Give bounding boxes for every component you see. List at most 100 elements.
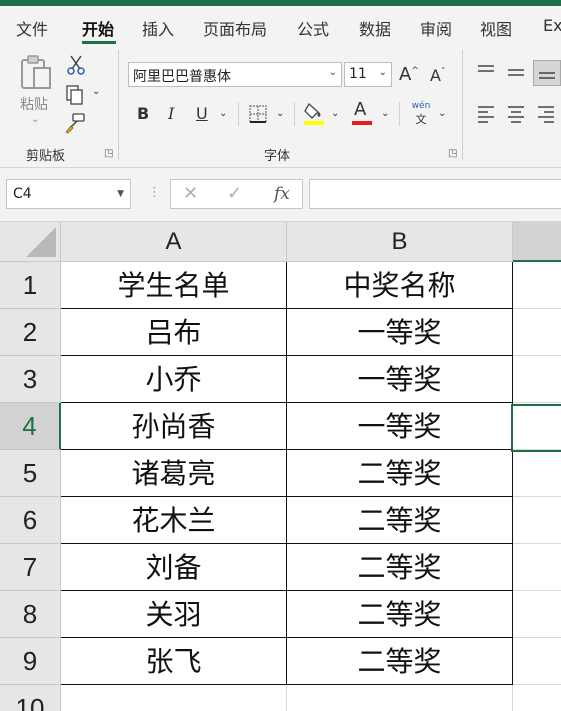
font-color-dropdown-icon[interactable]: ⌄ xyxy=(381,108,389,119)
font-launcher-icon[interactable]: ◳ xyxy=(448,148,457,159)
separator xyxy=(238,102,239,126)
increase-font-size-icon[interactable]: A^ xyxy=(399,64,419,85)
cell-c6[interactable] xyxy=(513,497,561,544)
tab-view[interactable]: 视图 xyxy=(480,16,512,40)
cell-b2[interactable]: 一等奖 xyxy=(287,309,513,356)
phonetic-dropdown-icon[interactable]: ⌄ xyxy=(438,108,446,119)
align-left-icon[interactable] xyxy=(476,104,496,128)
align-center-icon[interactable] xyxy=(506,104,526,128)
font-group-label: 字体 xyxy=(264,149,291,164)
cell-c8[interactable] xyxy=(513,591,561,638)
tab-home[interactable]: 开始 xyxy=(82,16,114,40)
fill-color-dropdown-icon[interactable]: ⌄ xyxy=(331,108,339,119)
row-header-3[interactable]: 3 xyxy=(0,356,61,403)
paste-button[interactable] xyxy=(18,54,54,96)
fill-color-icon[interactable] xyxy=(303,100,325,130)
borders-dropdown-icon[interactable]: ⌄ xyxy=(276,108,284,119)
cell-c2[interactable] xyxy=(513,309,561,356)
align-bottom-icon[interactable] xyxy=(533,60,561,86)
cell-b9[interactable]: 二等奖 xyxy=(287,638,513,685)
name-box-value: C4 xyxy=(13,186,32,202)
cell-b10[interactable] xyxy=(287,685,513,711)
borders-icon[interactable] xyxy=(248,104,268,128)
align-middle-icon[interactable] xyxy=(506,64,526,84)
font-size-value: 11 xyxy=(349,66,367,82)
chevron-down-icon: ⌄ xyxy=(328,67,337,78)
formula-input[interactable] xyxy=(309,179,561,209)
phonetic-top: wén xyxy=(411,101,431,111)
select-all-icon xyxy=(26,227,56,257)
bold-button[interactable]: B xyxy=(137,104,149,123)
cell-c1[interactable] xyxy=(513,262,561,309)
name-box[interactable]: C4 ▼ xyxy=(6,179,131,209)
cell-c5[interactable] xyxy=(513,450,561,497)
cell-a6[interactable]: 花木兰 xyxy=(61,497,287,544)
row-header-7[interactable]: 7 xyxy=(0,544,61,591)
tab-more[interactable]: Ex xyxy=(543,16,561,35)
cell-a8[interactable]: 关羽 xyxy=(61,591,287,638)
align-top-icon[interactable] xyxy=(476,64,496,84)
column-header-b[interactable]: B xyxy=(287,222,513,262)
underline-button[interactable]: U xyxy=(196,104,208,123)
copy-dropdown-icon[interactable]: ⌄ xyxy=(92,86,100,97)
group-divider xyxy=(462,50,463,160)
cell-a9[interactable]: 张飞 xyxy=(61,638,287,685)
cell-a1[interactable]: 学生名单 xyxy=(61,262,287,309)
cell-c10[interactable] xyxy=(513,685,561,711)
paste-label[interactable]: 粘贴 xyxy=(20,94,48,114)
row-header-8[interactable]: 8 xyxy=(0,591,61,638)
phonetic-guide-icon[interactable]: wén 文 xyxy=(409,101,433,127)
font-name-select[interactable]: 阿里巴巴普惠体 ⌄ xyxy=(128,62,342,87)
cell-a4[interactable]: 孙尚香 xyxy=(61,403,287,450)
italic-button[interactable]: I xyxy=(168,104,174,123)
cell-b3[interactable]: 一等奖 xyxy=(287,356,513,403)
row-header-9[interactable]: 9 xyxy=(0,638,61,685)
column-header-c[interactable] xyxy=(513,222,561,262)
formula-bar-grip-icon[interactable]: ⋮ xyxy=(148,185,161,200)
cancel-icon[interactable]: ✕ xyxy=(183,183,198,204)
tab-insert[interactable]: 插入 xyxy=(142,16,174,40)
font-color-swatch xyxy=(352,121,372,125)
cell-a5[interactable]: 诸葛亮 xyxy=(61,450,287,497)
cell-b5[interactable]: 二等奖 xyxy=(287,450,513,497)
font-size-select[interactable]: 11 ⌄ xyxy=(344,62,392,87)
cell-a3[interactable]: 小乔 xyxy=(61,356,287,403)
select-all-button[interactable] xyxy=(0,222,61,262)
selected-cell-c4[interactable] xyxy=(511,404,561,452)
row-header-1[interactable]: 1 xyxy=(0,262,61,309)
tab-review[interactable]: 审阅 xyxy=(420,16,452,40)
cell-a10[interactable] xyxy=(61,685,287,711)
cell-b6[interactable]: 二等奖 xyxy=(287,497,513,544)
tab-formulas[interactable]: 公式 xyxy=(297,16,329,40)
align-right-icon[interactable] xyxy=(536,104,556,128)
column-header-a[interactable]: A xyxy=(61,222,287,262)
row-header-6[interactable]: 6 xyxy=(0,497,61,544)
cell-a7[interactable]: 刘备 xyxy=(61,544,287,591)
confirm-icon[interactable]: ✓ xyxy=(227,183,242,204)
cell-c7[interactable] xyxy=(513,544,561,591)
row-header-5[interactable]: 5 xyxy=(0,450,61,497)
copy-icon[interactable] xyxy=(64,84,86,110)
clipboard-launcher-icon[interactable]: ◳ xyxy=(104,148,113,159)
decrease-font-size-icon[interactable]: Aˇ xyxy=(430,66,445,85)
separator xyxy=(399,102,400,126)
cell-a2[interactable]: 吕布 xyxy=(61,309,287,356)
tab-file[interactable]: 文件 xyxy=(16,16,48,40)
cell-b8[interactable]: 二等奖 xyxy=(287,591,513,638)
row-header-10[interactable]: 10 xyxy=(0,685,61,711)
format-painter-icon[interactable] xyxy=(64,112,86,138)
underline-dropdown-icon[interactable]: ⌄ xyxy=(219,108,227,119)
insert-function-icon[interactable]: fx xyxy=(274,184,290,204)
tab-data[interactable]: 数据 xyxy=(359,16,391,40)
cut-icon[interactable] xyxy=(66,54,86,80)
paste-dropdown-icon[interactable]: ⌄ xyxy=(31,114,39,125)
cell-c3[interactable] xyxy=(513,356,561,403)
formula-buttons: ✕ ✓ fx xyxy=(170,179,303,209)
cell-c9[interactable] xyxy=(513,638,561,685)
row-header-4[interactable]: 4 xyxy=(0,403,61,450)
cell-b1[interactable]: 中奖名称 xyxy=(287,262,513,309)
tab-page-layout[interactable]: 页面布局 xyxy=(203,16,267,40)
cell-b7[interactable]: 二等奖 xyxy=(287,544,513,591)
cell-b4[interactable]: 一等奖 xyxy=(287,403,513,450)
row-header-2[interactable]: 2 xyxy=(0,309,61,356)
